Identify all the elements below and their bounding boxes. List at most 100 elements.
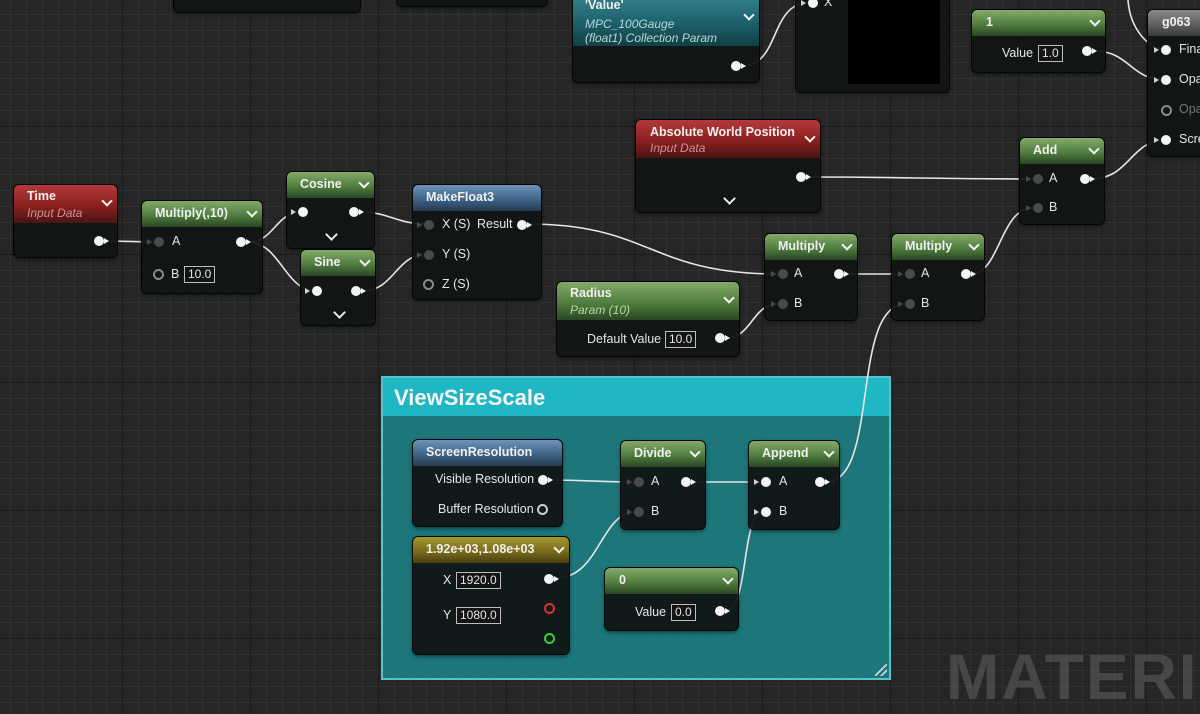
input-pin[interactable]: [291, 207, 308, 217]
input-pin-b[interactable]: [898, 299, 915, 309]
pin-label: Fina: [1179, 42, 1200, 56]
output-pin[interactable]: [351, 286, 366, 296]
default-value-field[interactable]: 10.0: [665, 331, 697, 348]
node-title: Multiply: [905, 239, 953, 253]
input-pin-a[interactable]: [754, 477, 771, 487]
expand-advanced-icon[interactable]: [325, 228, 338, 241]
output-pin[interactable]: [731, 61, 746, 71]
input-pin-a[interactable]: [1026, 174, 1043, 184]
value-field-b[interactable]: 10.0: [184, 266, 216, 283]
pin-label-a: A: [651, 474, 660, 488]
node-multiply-10[interactable]: Multiply(,10) A B 10.0: [142, 201, 262, 293]
pin-label-visible-resolution: Visible Resolution: [435, 472, 535, 486]
output-pin[interactable]: [715, 333, 730, 343]
expand-advanced-icon[interactable]: [333, 306, 346, 319]
input-pin-a[interactable]: [898, 269, 915, 279]
node-cosine[interactable]: Cosine: [287, 172, 374, 248]
node-constant2-vector[interactable]: 1.92e+03,1.08e+03 X 1920.0 Y 1080.0: [413, 537, 569, 654]
node-result-g063[interactable]: g063 Fina Opa Opa Scre: [1148, 10, 1200, 156]
input-pin-b[interactable]: [1026, 203, 1043, 213]
node-multiply-2[interactable]: Multiply A B: [892, 234, 984, 320]
chevron-down-icon[interactable]: [724, 572, 732, 583]
node-screen-resolution[interactable]: ScreenResolution Visible Resolution Buff…: [413, 440, 562, 526]
output-pin[interactable]: [681, 477, 696, 487]
output-pin-g[interactable]: [544, 633, 555, 644]
node-collection-param[interactable]: 'Value' MPC_100Gauge (float1) Collection…: [573, 0, 759, 82]
input-pin-a[interactable]: [771, 269, 788, 279]
chevron-down-icon[interactable]: [248, 205, 256, 216]
output-pin[interactable]: [236, 237, 251, 247]
node-multiply-1[interactable]: Multiply A B: [765, 234, 857, 320]
output-pin[interactable]: [349, 207, 364, 217]
chevron-down-icon[interactable]: [361, 254, 369, 265]
input-pin-x[interactable]: [417, 220, 434, 230]
input-pin-a[interactable]: [627, 477, 644, 487]
node-append[interactable]: Append A B: [749, 441, 839, 529]
output-pin[interactable]: [1080, 174, 1095, 184]
input-pin-a[interactable]: [147, 237, 164, 247]
output-pin[interactable]: [815, 477, 830, 487]
y-value-field[interactable]: 1080.0: [456, 607, 501, 624]
node-divide[interactable]: Divide A B: [621, 441, 705, 529]
node-title: Append: [762, 446, 809, 460]
y-label: Y: [443, 608, 452, 622]
resize-handle-icon[interactable]: [875, 664, 887, 676]
node-scalar-1[interactable]: 1 Value 1.0: [972, 10, 1105, 72]
preview-thumbnail: [848, 0, 940, 84]
node-offscreen-2[interactable]: [397, 0, 547, 6]
input-pin[interactable]: [305, 286, 322, 296]
input-pin-b[interactable]: [627, 507, 644, 517]
node-title: Absolute World Position: [650, 125, 795, 139]
node-add[interactable]: Add A B: [1020, 138, 1104, 224]
comment-title[interactable]: ViewSizeScale: [383, 378, 889, 416]
chevron-down-icon[interactable]: [103, 194, 111, 205]
input-pin-screen[interactable]: [1154, 135, 1171, 145]
output-pin-buffer-resolution[interactable]: [537, 504, 548, 515]
node-preview[interactable]: X: [796, 0, 949, 92]
output-pin[interactable]: [834, 269, 849, 279]
input-pin-x[interactable]: [801, 0, 818, 8]
pin-label-x: X: [824, 0, 833, 9]
node-makefloat3[interactable]: MakeFloat3 X (S) Result Y (S) Z (S): [413, 185, 541, 299]
node-radius[interactable]: Radius Param (10) Default Value 10.0: [557, 282, 739, 356]
output-pin[interactable]: [1082, 46, 1097, 56]
output-pin[interactable]: [796, 172, 811, 182]
input-pin-b[interactable]: [754, 507, 771, 517]
input-pin-opacity-mask[interactable]: [1161, 105, 1172, 116]
node-absolute-world-position[interactable]: Absolute World Position Input Data: [636, 120, 820, 212]
node-sine[interactable]: Sine: [301, 250, 375, 325]
pin-label-a: A: [794, 266, 803, 280]
chevron-down-icon[interactable]: [555, 541, 563, 552]
chevron-down-icon[interactable]: [825, 445, 833, 456]
chevron-down-icon[interactable]: [360, 176, 368, 187]
output-pin[interactable]: [715, 606, 730, 616]
node-scalar-0[interactable]: 0 Value 0.0: [605, 568, 738, 630]
output-pin[interactable]: [961, 269, 976, 279]
chevron-down-icon[interactable]: [691, 445, 699, 456]
input-pin-b[interactable]: [771, 299, 788, 309]
output-pin-result[interactable]: [517, 220, 532, 230]
expand-advanced-icon[interactable]: [723, 192, 736, 205]
chevron-down-icon[interactable]: [843, 238, 851, 249]
chevron-down-icon[interactable]: [970, 238, 978, 249]
input-pin-opacity[interactable]: [1154, 75, 1171, 85]
input-pin-b[interactable]: [153, 269, 164, 280]
chevron-down-icon[interactable]: [725, 291, 733, 302]
chevron-down-icon[interactable]: [1091, 14, 1099, 25]
value-field[interactable]: 0.0: [671, 604, 696, 621]
chevron-down-icon[interactable]: [1090, 142, 1098, 153]
chevron-down-icon[interactable]: [745, 8, 753, 19]
value-field[interactable]: 1.0: [1038, 45, 1063, 62]
input-pin-final-color[interactable]: [1154, 45, 1171, 55]
output-pin-visible-resolution[interactable]: [538, 475, 553, 485]
x-value-field[interactable]: 1920.0: [456, 572, 501, 589]
output-pin[interactable]: [544, 574, 559, 584]
chevron-down-icon[interactable]: [806, 130, 814, 141]
node-time[interactable]: Time Input Data: [14, 185, 117, 257]
input-pin-z[interactable]: [423, 279, 434, 290]
node-title: Cosine: [300, 177, 342, 191]
output-pin-r[interactable]: [544, 603, 555, 614]
input-pin-y[interactable]: [417, 250, 434, 260]
output-pin[interactable]: [94, 236, 109, 246]
node-offscreen-1[interactable]: [174, 0, 360, 12]
